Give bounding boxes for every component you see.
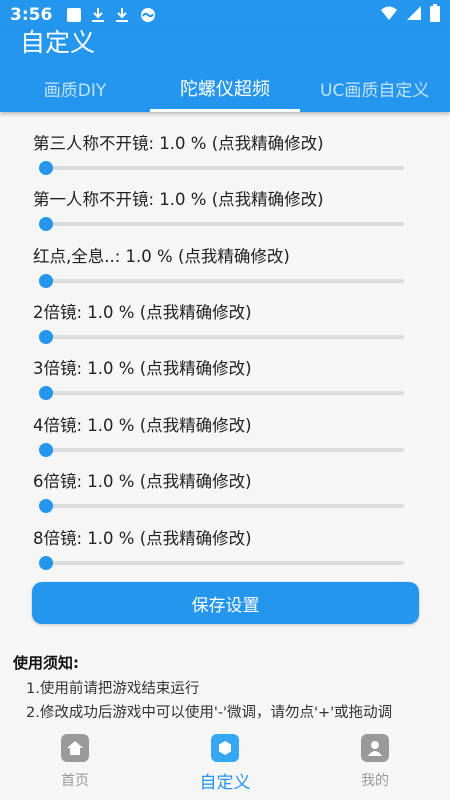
slider-label[interactable]: 第一人称不开镜: 1.0 % (点我精确修改) (33, 186, 324, 210)
slider-row-3x: 3倍镜: 1.0 % (点我精确修改) (0, 337, 450, 400)
slider-label[interactable]: 3倍镜: 1.0 % (点我精确修改) (33, 355, 252, 379)
page-title: 自定义 (20, 28, 96, 57)
nav-item-home[interactable]: 首页 (0, 728, 150, 800)
slider-label[interactable]: 2倍镜: 1.0 % (点我精确修改) (33, 299, 252, 323)
nav-item-profile[interactable]: 我的 (300, 728, 450, 800)
slider-row-2x: 2倍镜: 1.0 % (点我精确修改) (0, 281, 450, 344)
slider-thumb[interactable] (39, 556, 53, 570)
cloud-icon (138, 7, 158, 23)
status-bar: 3:56 (0, 0, 450, 30)
slider-row-third-person: 第三人称不开镜: 1.0 % (点我精确修改) (0, 112, 450, 175)
slider-label[interactable]: 6倍镜: 1.0 % (点我精确修改) (33, 468, 252, 492)
download-icon (90, 7, 106, 23)
slider-row-first-person: 第一人称不开镜: 1.0 % (点我精确修改) (0, 168, 450, 231)
download-icon (114, 7, 130, 23)
profile-icon (361, 734, 389, 762)
slider-row-red-dot: 红点,全息..: 1.0 % (点我精确修改) (0, 225, 450, 288)
nav-label: 我的 (361, 773, 389, 789)
battery-icon (430, 3, 440, 27)
tab-gyro-overclock[interactable]: 陀螺仪超频 (150, 64, 300, 112)
slider-track[interactable] (39, 556, 404, 570)
slider-label[interactable]: 第三人称不开镜: 1.0 % (点我精确修改) (33, 130, 324, 154)
custom-icon (211, 734, 239, 762)
square-icon (66, 7, 82, 23)
save-settings-button[interactable]: 保存设置 (32, 582, 419, 624)
tab-uc-quality[interactable]: UC画质自定义 (300, 64, 450, 112)
home-icon (61, 734, 89, 762)
notice-item: 2.修改成功后游戏中可以使用'-'微调，请勿点'+'或拖动调 (26, 705, 393, 721)
nav-item-custom[interactable]: 自定义 (150, 728, 300, 800)
app-bar: 自定义 画质DIY 陀螺仪超频 UC画质自定义 (0, 30, 450, 112)
nav-label: 自定义 (199, 773, 251, 793)
bottom-nav: 首页 自定义 我的 (0, 728, 450, 800)
wifi-icon (380, 5, 398, 26)
slider-row-6x: 6倍镜: 1.0 % (点我精确修改) (0, 450, 450, 513)
signal-icon (406, 5, 422, 26)
slider-row-4x: 4倍镜: 1.0 % (点我精确修改) (0, 394, 450, 457)
nav-label: 首页 (61, 773, 89, 789)
slider-label[interactable]: 红点,全息..: 1.0 % (点我精确修改) (33, 243, 290, 267)
slider-row-8x: 8倍镜: 1.0 % (点我精确修改) (0, 507, 450, 570)
slider-label[interactable]: 4倍镜: 1.0 % (点我精确修改) (33, 412, 252, 436)
status-time: 3:56 (10, 5, 53, 25)
notice-title: 使用须知: (13, 654, 79, 672)
notice-item: 1.使用前请把游戏结束运行 (26, 681, 200, 697)
tab-bar: 画质DIY 陀螺仪超频 UC画质自定义 (0, 64, 450, 112)
slider-label[interactable]: 8倍镜: 1.0 % (点我精确修改) (33, 525, 252, 549)
tab-quality-diy[interactable]: 画质DIY (0, 64, 150, 112)
